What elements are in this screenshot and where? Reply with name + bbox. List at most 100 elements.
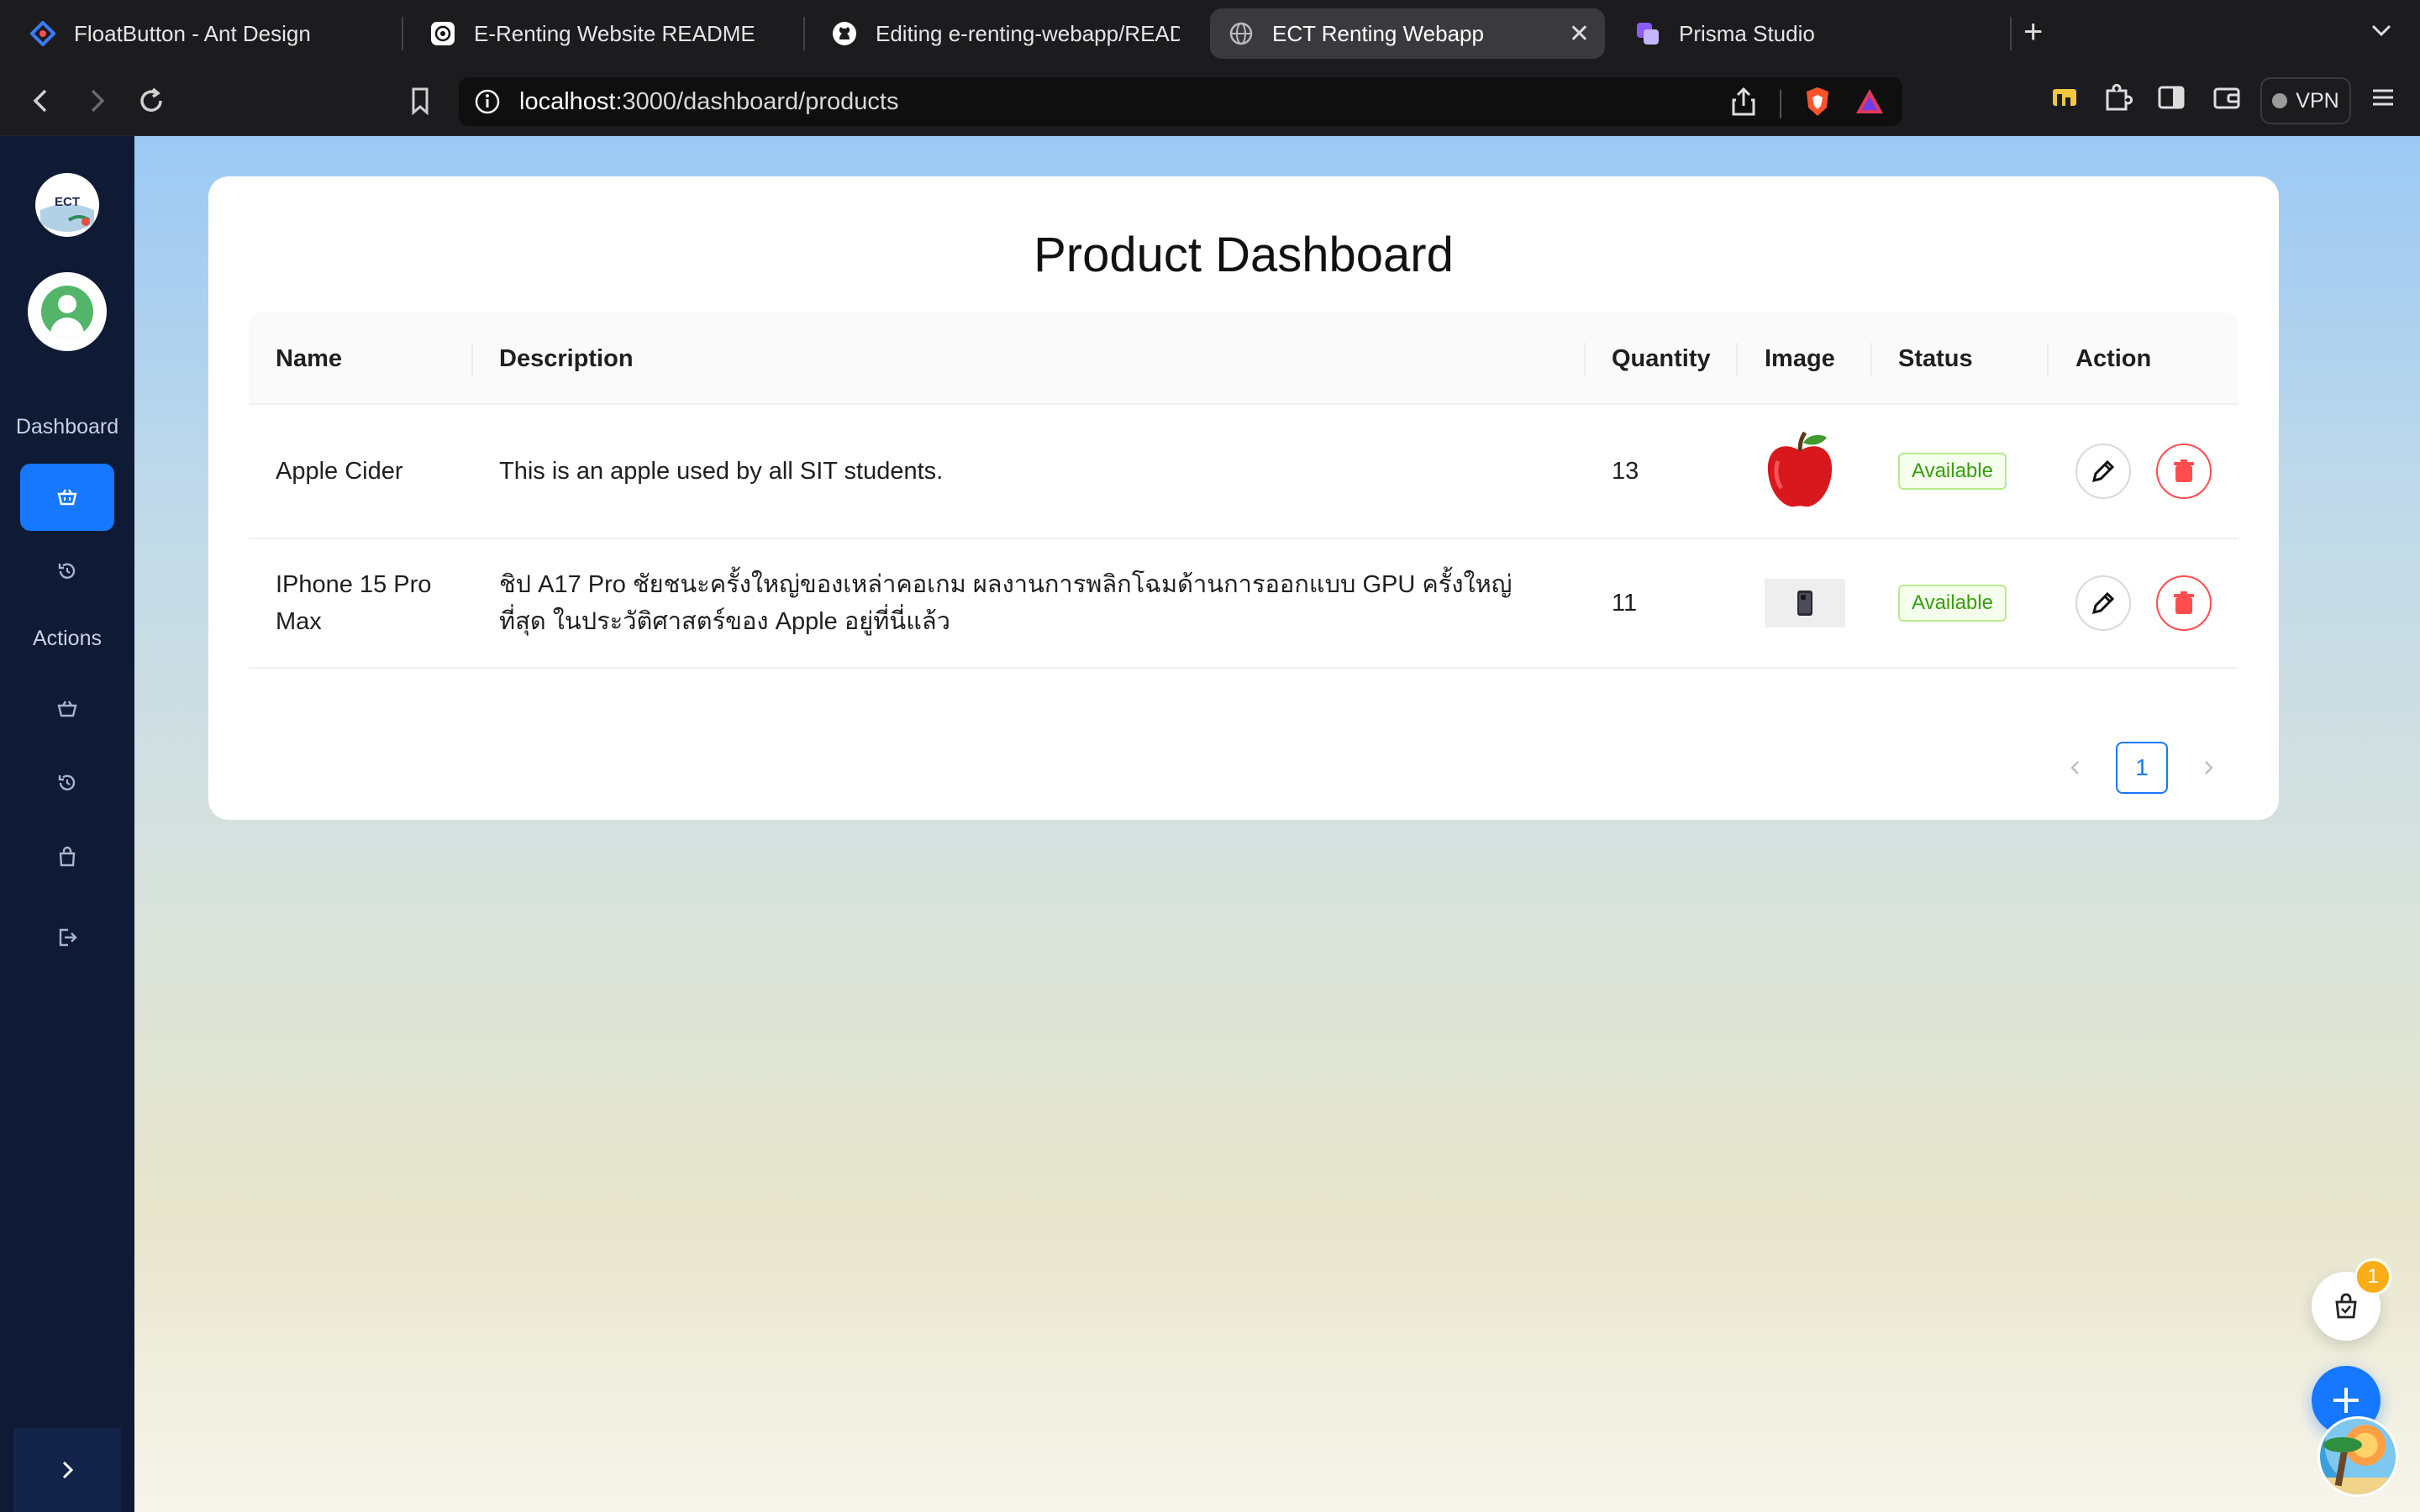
url-divider	[1780, 89, 1781, 118]
edit-button[interactable]	[2075, 575, 2131, 631]
chevron-down-icon[interactable]	[2368, 17, 2395, 48]
ant-design-icon	[30, 21, 55, 46]
tab-floatbutton[interactable]: FloatButton - Ant Design	[12, 8, 398, 59]
sidebar: ECT Dashboard Actions	[0, 136, 134, 1512]
close-tab-icon[interactable]: ✕	[1569, 19, 1590, 49]
tab-divider	[803, 17, 805, 50]
logout-icon	[59, 928, 77, 947]
wallet-icon[interactable]	[2212, 82, 2242, 113]
reload-icon[interactable]	[134, 84, 168, 122]
bookmark-icon[interactable]	[403, 84, 437, 122]
status-cell: Available	[1898, 405, 2007, 538]
pagination: 1	[2049, 741, 2235, 795]
tab-label: Prisma Studio	[1679, 20, 1815, 46]
tab-divider	[402, 17, 403, 50]
edit-button[interactable]	[2075, 444, 2131, 499]
sidebar-toggle-icon[interactable]	[2156, 82, 2186, 113]
sidebar-item-cart[interactable]	[20, 823, 114, 890]
page: ECT Dashboard Actions Product Dashboard …	[0, 136, 2420, 1512]
sidebar-item-logout[interactable]	[20, 904, 114, 971]
table-row: IPhone 15 Pro Max ชิป A17 Pro ชัยชนะครั้…	[249, 539, 2238, 669]
product-name: IPhone 15 Pro Max	[276, 571, 432, 635]
product-description: This is an apple used by all SIT student…	[499, 458, 944, 485]
shopping-bag-icon	[59, 846, 76, 867]
prisma-icon	[1635, 21, 1660, 46]
table-row: Apple Cider This is an apple used by all…	[249, 405, 2238, 539]
next-page-button[interactable]	[2181, 741, 2235, 795]
tab-label: FloatButton - Ant Design	[74, 20, 311, 46]
column-header-image: Image	[1765, 344, 1835, 372]
pencil-icon	[2091, 591, 2115, 615]
page-number-button[interactable]: 1	[2116, 742, 2168, 794]
product-quantity: 13	[1612, 458, 1639, 485]
browser-tab-bar: FloatButton - Ant Design E-Renting Websi…	[0, 0, 2420, 67]
tab-label: Editing e-renting-webapp/READM	[876, 20, 1180, 46]
column-header-action: Action	[2075, 344, 2152, 372]
delete-button[interactable]	[2156, 444, 2212, 499]
avatar[interactable]	[28, 272, 107, 351]
history-icon	[58, 774, 76, 790]
prev-page-button[interactable]	[2049, 741, 2102, 795]
action-cell	[2075, 539, 2212, 667]
status-badge: Available	[1898, 585, 2007, 622]
column-header-quantity: Quantity	[1612, 344, 1711, 372]
apple-image	[1761, 405, 1839, 538]
pencil-icon	[2091, 459, 2115, 483]
beach-avatar-image[interactable]	[2317, 1416, 2398, 1497]
sidebar-item-history[interactable]	[20, 538, 114, 605]
history-icon	[58, 563, 76, 579]
tab-readme[interactable]: E-Renting Website README	[412, 8, 798, 59]
extension-icon[interactable]	[2050, 82, 2079, 111]
trash-icon	[2174, 459, 2194, 482]
shopping-bag-icon	[2335, 1293, 2357, 1319]
product-description: ชิป A17 Pro ชัยชนะครั้งใหญ่ของเหล่าคอเกม…	[499, 571, 1512, 635]
github-icon	[832, 21, 857, 46]
chevron-right-icon	[62, 1461, 74, 1479]
back-icon[interactable]	[25, 84, 59, 122]
column-header-status: Status	[1898, 344, 1973, 372]
status-cell: Available	[1898, 539, 2007, 667]
sidebar-item-rent[interactable]	[20, 675, 114, 743]
column-header-description: Description	[499, 344, 634, 372]
plus-icon	[2333, 1388, 2359, 1413]
address-bar[interactable]: localhost:3000/dashboard/products	[459, 77, 1902, 126]
tab-label: ECT Renting Webapp	[1272, 20, 1484, 46]
browser-toolbar: localhost:3000/dashboard/products	[0, 67, 2420, 136]
info-icon[interactable]	[474, 88, 501, 115]
extensions-puzzle-icon[interactable]	[2102, 82, 2133, 113]
basket-icon	[57, 489, 77, 506]
brave-rewards-icon[interactable]	[1854, 87, 1886, 121]
vpn-button[interactable]: VPN	[2260, 77, 2351, 124]
app-logo[interactable]: ECT	[35, 173, 99, 237]
trash-icon	[2174, 591, 2194, 614]
globe-icon	[1228, 21, 1254, 46]
forward-icon[interactable]	[79, 84, 113, 122]
url-text: localhost:3000/dashboard/products	[519, 87, 899, 115]
user-icon	[41, 286, 93, 338]
chatgpt-icon	[430, 21, 455, 46]
tab-label: E-Renting Website README	[474, 20, 755, 46]
delete-button[interactable]	[2156, 575, 2212, 631]
basket-icon	[57, 701, 77, 717]
chevron-right-icon	[2205, 761, 2213, 774]
sidebar-item-products[interactable]	[20, 464, 114, 531]
product-quantity: 11	[1612, 590, 1638, 617]
tab-divider	[2010, 17, 2012, 50]
tab-ect-renting[interactable]: ECT Renting Webapp ✕	[1210, 8, 1605, 59]
tab-prisma-studio[interactable]: Prisma Studio	[1617, 8, 2003, 59]
brave-shield-icon[interactable]	[1803, 86, 1832, 122]
logo-text: ECT	[55, 195, 80, 209]
cart-count-badge: 1	[2354, 1258, 2391, 1295]
page-title: Product Dashboard	[1034, 228, 1454, 282]
menu-icon[interactable]	[2368, 82, 2398, 113]
vpn-status-icon	[2272, 93, 2288, 108]
new-tab-icon[interactable]: +	[2023, 15, 2043, 49]
sidebar-collapse-button[interactable]	[13, 1428, 121, 1512]
tab-github-editing[interactable]: Editing e-renting-webapp/READM	[813, 8, 1198, 59]
action-cell	[2075, 405, 2212, 538]
share-icon[interactable]	[1729, 86, 1758, 122]
product-name: Apple Cider	[276, 458, 403, 485]
sidebar-item-rent-history[interactable]	[20, 749, 114, 816]
product-dashboard-card: Product Dashboard Name Description Quant…	[208, 176, 2279, 820]
chevron-left-icon	[2070, 761, 2079, 774]
